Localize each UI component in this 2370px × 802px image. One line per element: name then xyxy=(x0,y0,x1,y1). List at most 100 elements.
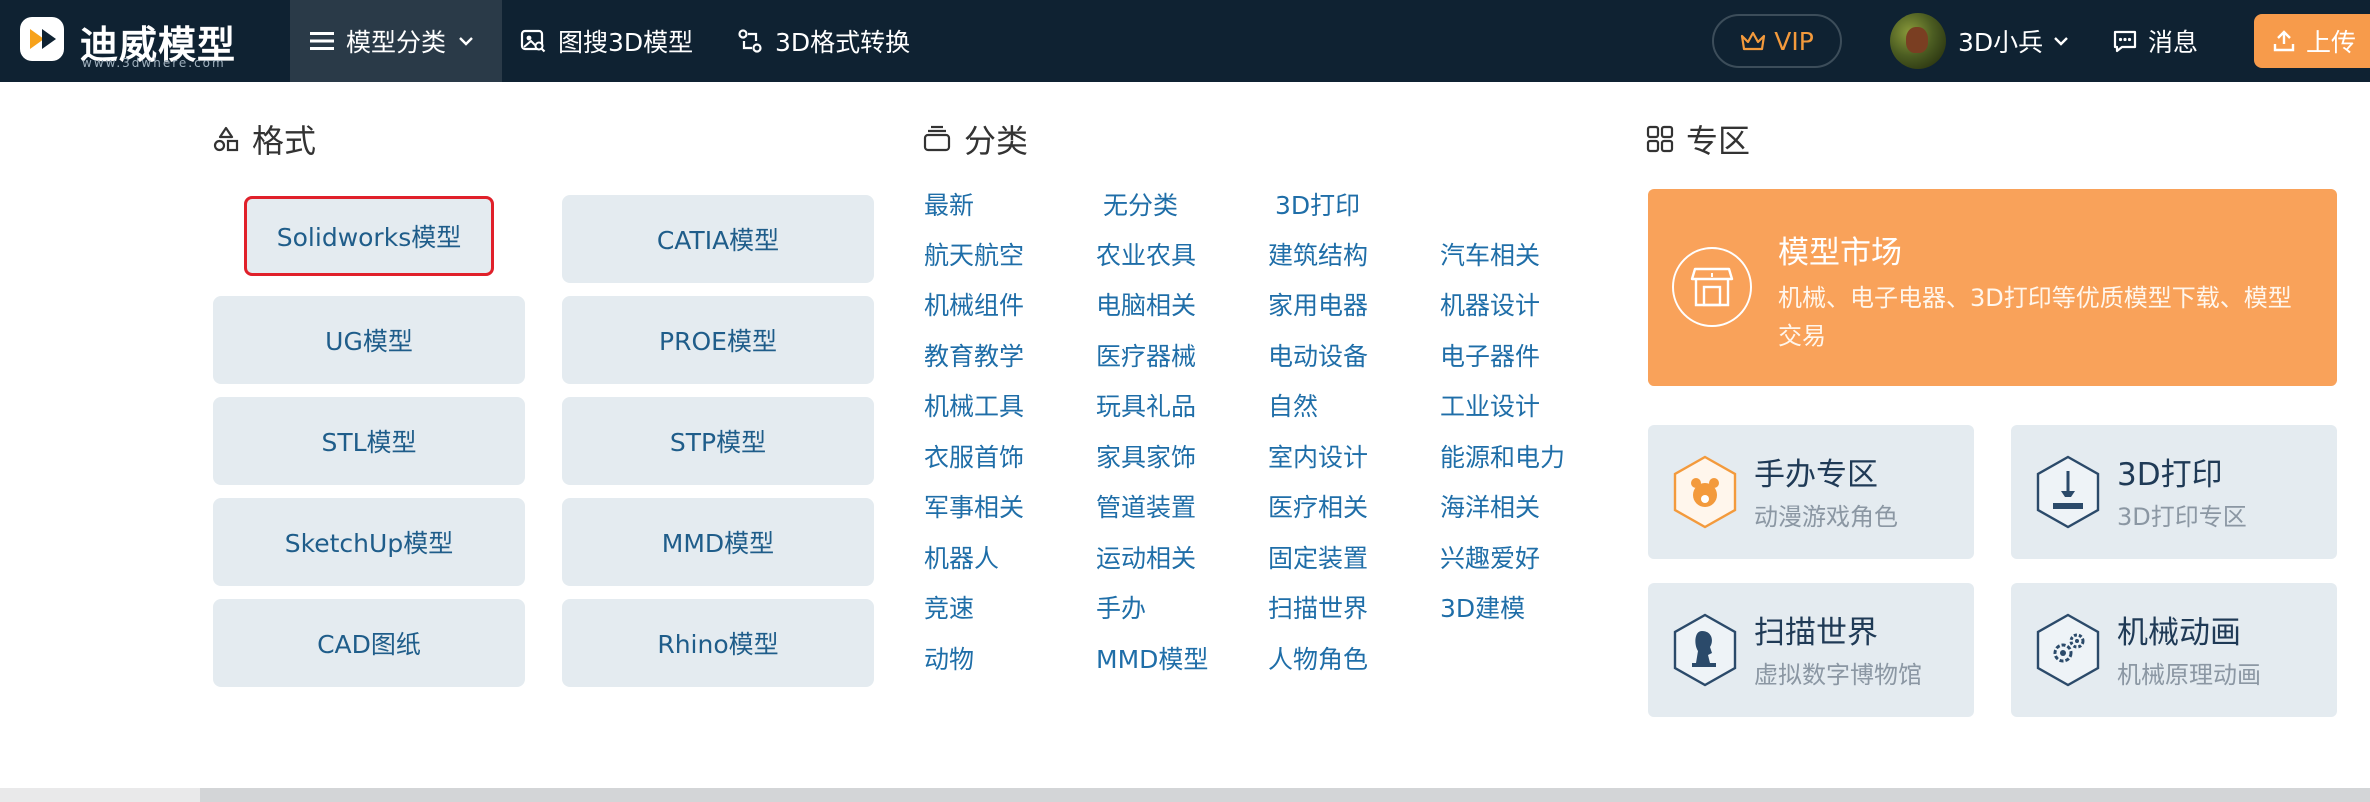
brand-subtitle: www.3dwhere.com xyxy=(82,56,226,70)
zone-card-subtitle: 机械原理动画 xyxy=(2117,661,2261,689)
format-proe[interactable]: PROE模型 xyxy=(562,296,874,384)
category-link[interactable]: 航天航空 xyxy=(924,241,1024,271)
zone-card-figures[interactable]: 手办专区 动漫游戏角色 xyxy=(1648,425,1974,559)
category-link[interactable]: 教育教学 xyxy=(924,342,1024,372)
grid-icon xyxy=(1646,125,1674,153)
user-name: 3D小兵 xyxy=(1958,28,2044,57)
messages-label: 消息 xyxy=(2148,28,2199,57)
top-navigation-bar: 迪威模型 www.3dwhere.com 模型分类 图搜3D模型 3D格式转换 … xyxy=(0,0,2370,82)
market-title: 模型市场 xyxy=(1778,235,1902,271)
zone-card-title: 3D打印 xyxy=(2117,457,2223,493)
category-link[interactable]: 3D建模 xyxy=(1440,594,1525,624)
zone-card-mechanical-animation[interactable]: 机械动画 机械原理动画 xyxy=(2011,583,2337,717)
nav-image-search[interactable]: 图搜3D模型 xyxy=(520,0,693,82)
format-catia[interactable]: CATIA模型 xyxy=(562,195,874,283)
category-section-label: 分类 xyxy=(964,122,1029,160)
avatar xyxy=(1890,13,1946,69)
vip-button[interactable]: VIP xyxy=(1712,14,1842,68)
category-link[interactable]: MMD模型 xyxy=(1096,645,1208,675)
category-link[interactable]: 家具家饰 xyxy=(1096,443,1196,473)
category-link[interactable]: 农业农具 xyxy=(1096,241,1196,271)
page-content-edge xyxy=(200,788,2370,802)
category-link[interactable]: 机械组件 xyxy=(924,291,1024,321)
logo-icon xyxy=(20,17,64,61)
zone-card-subtitle: 3D打印专区 xyxy=(2117,503,2247,531)
category-link[interactable]: 军事相关 xyxy=(924,493,1024,523)
category-link[interactable]: 竞速 xyxy=(924,594,974,624)
upload-button[interactable]: 上传 xyxy=(2254,14,2370,68)
zone-section-title: 专区 xyxy=(1646,116,1750,162)
category-link[interactable]: 能源和电力 xyxy=(1440,443,1565,473)
menu-icon xyxy=(310,32,334,50)
category-link[interactable]: 最新 xyxy=(924,191,974,221)
category-link[interactable]: 3D打印 xyxy=(1275,191,1360,221)
zone-card-subtitle: 动漫游戏角色 xyxy=(1754,503,1898,531)
zone-card-title: 扫描世界 xyxy=(1754,615,1878,651)
category-link[interactable]: 海洋相关 xyxy=(1440,493,1540,523)
nav-model-category-label: 模型分类 xyxy=(346,28,447,57)
message-icon xyxy=(2113,30,2137,53)
category-link[interactable]: 工业设计 xyxy=(1440,392,1540,422)
format-section-label: 格式 xyxy=(252,122,317,160)
user-menu[interactable]: 3D小兵 xyxy=(1890,0,2069,82)
category-link[interactable]: 电动设备 xyxy=(1268,342,1368,372)
shop-icon xyxy=(1672,247,1752,327)
site-logo[interactable]: 迪威模型 www.3dwhere.com xyxy=(18,12,246,70)
format-solidworks[interactable]: Solidworks模型 xyxy=(244,196,494,276)
format-rhino[interactable]: Rhino模型 xyxy=(562,599,874,687)
zone-card-title: 机械动画 xyxy=(2117,615,2241,651)
zone-card-scan-world[interactable]: 扫描世界 虚拟数字博物馆 xyxy=(1648,583,1974,717)
shapes-icon xyxy=(213,126,239,152)
category-link[interactable]: 固定装置 xyxy=(1268,544,1368,574)
category-link[interactable]: 机械工具 xyxy=(924,392,1024,422)
category-link[interactable]: 扫描世界 xyxy=(1268,594,1368,624)
market-description: 机械、电子电器、3D打印等优质模型下载、模型交易 xyxy=(1778,284,2292,350)
crown-icon xyxy=(1741,31,1766,51)
category-link[interactable]: 运动相关 xyxy=(1096,544,1196,574)
format-mmd[interactable]: MMD模型 xyxy=(562,498,874,586)
category-link[interactable]: 动物 xyxy=(924,645,974,675)
category-link[interactable]: 电脑相关 xyxy=(1096,291,1196,321)
image-search-icon xyxy=(520,29,546,53)
nav-format-convert-label: 3D格式转换 xyxy=(775,28,911,57)
category-link[interactable]: 医疗器械 xyxy=(1096,342,1196,372)
category-link[interactable]: 玩具礼品 xyxy=(1096,392,1196,422)
category-link[interactable]: 衣服首饰 xyxy=(924,443,1024,473)
format-section-title: 格式 xyxy=(212,116,316,162)
category-link[interactable]: 医疗相关 xyxy=(1268,493,1368,523)
category-link[interactable]: 机器设计 xyxy=(1440,291,1540,321)
category-dropdown-panel: 格式 Solidworks模型 CATIA模型 UG模型 PROE模型 STL模… xyxy=(0,82,2370,788)
category-link[interactable]: 自然 xyxy=(1268,392,1318,422)
category-link[interactable]: 家用电器 xyxy=(1268,291,1368,321)
messages-link[interactable]: 消息 xyxy=(2112,0,2198,82)
chevron-down-icon xyxy=(2054,37,2069,46)
format-stl[interactable]: STL模型 xyxy=(213,397,525,485)
category-section-title: 分类 xyxy=(922,116,1028,162)
chevron-down-icon xyxy=(459,37,473,46)
category-link[interactable]: 机器人 xyxy=(924,544,999,574)
gear-hexagon-icon xyxy=(2036,613,2100,687)
model-market-card[interactable]: 模型市场 机械、电子电器、3D打印等优质模型下载、模型交易 xyxy=(1648,189,2337,386)
bust-hexagon-icon xyxy=(1673,613,1737,687)
category-link[interactable]: 建筑结构 xyxy=(1268,241,1368,271)
category-link[interactable]: 室内设计 xyxy=(1268,443,1368,473)
printer-hexagon-icon xyxy=(2036,455,2100,529)
category-link[interactable]: 手办 xyxy=(1096,594,1146,624)
nav-image-search-label: 图搜3D模型 xyxy=(558,28,694,57)
format-ug[interactable]: UG模型 xyxy=(213,296,525,384)
category-link[interactable]: 无分类 xyxy=(1103,191,1178,221)
format-stp[interactable]: STP模型 xyxy=(562,397,874,485)
zone-card-subtitle: 虚拟数字博物馆 xyxy=(1754,661,1922,689)
nav-model-category[interactable]: 模型分类 xyxy=(290,0,502,82)
category-link[interactable]: 电子器件 xyxy=(1440,342,1540,372)
nav-format-convert[interactable]: 3D格式转换 xyxy=(737,0,910,82)
category-link[interactable]: 汽车相关 xyxy=(1440,241,1540,271)
zone-section-label: 专区 xyxy=(1686,122,1751,160)
category-link[interactable]: 人物角色 xyxy=(1268,645,1368,675)
format-sketchup[interactable]: SketchUp模型 xyxy=(213,498,525,586)
category-link[interactable]: 兴趣爱好 xyxy=(1440,544,1540,574)
format-cad[interactable]: CAD图纸 xyxy=(213,599,525,687)
zone-card-3d-print[interactable]: 3D打印 3D打印专区 xyxy=(2011,425,2337,559)
upload-label: 上传 xyxy=(2306,28,2357,57)
category-link[interactable]: 管道装置 xyxy=(1096,493,1196,523)
